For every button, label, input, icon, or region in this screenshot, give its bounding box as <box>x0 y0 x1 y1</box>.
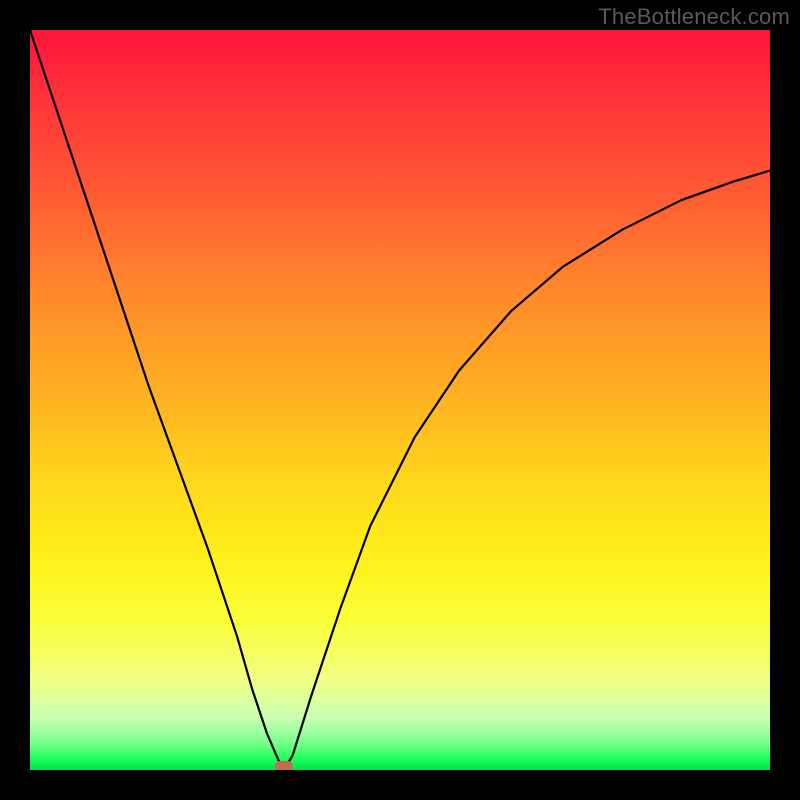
chart-frame: TheBottleneck.com <box>0 0 800 800</box>
chart-svg <box>30 30 770 770</box>
watermark-text: TheBottleneck.com <box>598 4 790 30</box>
plot-area <box>30 30 770 770</box>
bottleneck-curve <box>30 30 770 770</box>
minimum-marker <box>275 761 293 770</box>
